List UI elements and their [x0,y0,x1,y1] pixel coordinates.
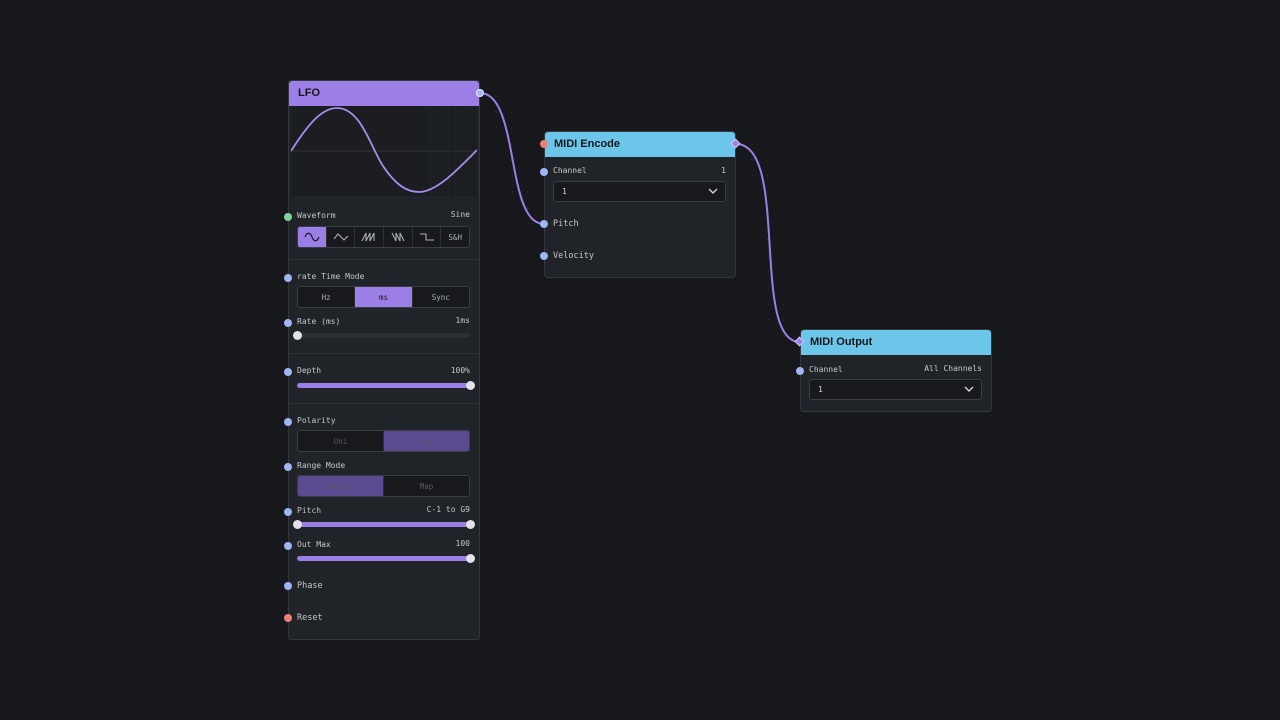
polarity-bi[interactable]: Bi [384,431,469,451]
pitch-range-min-thumb[interactable] [293,520,302,529]
pitch-range-value: C-1 to G9 [426,505,470,514]
midi-encode-trigger-port[interactable] [540,140,548,148]
encode-pitch-port[interactable] [540,220,548,228]
polarity-uni[interactable]: Uni [298,431,384,451]
polarity-selector: Uni Bi [297,430,470,452]
depth-label: Depth [297,366,322,375]
waveform-label: Waveform [297,211,336,220]
output-channel-label: Channel [809,365,843,374]
out-max-label: Out Max [297,540,331,549]
sine-icon[interactable] [298,227,327,247]
range-mode-map[interactable]: Map [384,476,469,496]
divider [289,259,479,260]
encode-channel-selected: 1 [562,187,567,196]
encode-pitch-label: Pitch [553,219,579,229]
rate-time-mode-label: rate Time Mode [297,272,365,281]
phase-port[interactable] [284,582,292,590]
encode-velocity-port[interactable] [540,252,548,260]
output-channel-port[interactable] [796,367,804,375]
connection-wires [479,92,801,343]
rate-time-mode-port[interactable] [284,274,292,282]
encode-channel-label: Channel [553,166,587,175]
phase-label: Phase [297,581,323,591]
out-max-value: 100 [455,539,470,548]
waveform-display [291,106,477,196]
ramp-icon[interactable] [384,227,413,247]
pitch-range-label: Pitch [297,506,322,515]
lfo-title: LFO [298,87,320,99]
output-channel-select[interactable]: 1 [809,379,982,400]
midi-encode-title: MIDI Encode [554,138,621,150]
rate-mode-ms[interactable]: ms [355,287,413,307]
midi-output-title: MIDI Output [810,336,873,348]
waveform-selector: S&H [297,226,470,248]
depth-slider-fill [297,383,470,388]
wire-lfo-to-pitch[interactable] [479,92,545,225]
midi-encode-header[interactable]: MIDI Encode [545,132,735,157]
chevron-down-icon [964,386,974,392]
reset-label: Reset [297,613,323,623]
encode-channel-port[interactable] [540,168,548,176]
sample-and-hold-option[interactable]: S&H [441,227,469,247]
midi-output-header[interactable]: MIDI Output [801,330,991,355]
divider [289,403,479,404]
depth-slider-thumb[interactable] [466,381,475,390]
rate-value: 1ms [455,316,470,325]
rate-slider-track[interactable] [297,333,470,338]
range-mode-range[interactable]: Range [298,476,384,496]
square-icon[interactable] [413,227,442,247]
encode-velocity-label: Velocity [553,251,594,261]
encode-channel-select[interactable]: 1 [553,181,726,202]
reset-port[interactable] [284,614,292,622]
rate-mode-sync[interactable]: Sync [413,287,469,307]
triangle-icon[interactable] [327,227,356,247]
encode-channel-value: 1 [721,166,726,175]
pitch-range-max-thumb[interactable] [466,520,475,529]
waveform-value: Sine [450,210,470,219]
pitch-range-port[interactable] [284,508,292,516]
sawtooth-icon[interactable] [355,227,385,247]
lfo-node-header[interactable]: LFO [289,81,479,106]
rate-label: Rate (ms) [297,317,341,326]
output-channel-value: All Channels [924,364,982,373]
range-mode-selector: Range Map [297,475,470,497]
lfo-output-port[interactable] [476,89,484,97]
depth-value: 100% [450,366,470,375]
range-mode-port[interactable] [284,463,292,471]
polarity-port[interactable] [284,418,292,426]
chevron-down-icon [708,188,718,194]
rate-port[interactable] [284,319,292,327]
out-max-slider-fill [297,556,470,561]
output-channel-selected: 1 [818,385,823,394]
wire-encode-to-output[interactable] [735,143,801,343]
pitch-range-fill [297,522,470,527]
out-max-slider-thumb[interactable] [466,554,475,563]
range-mode-label: Range Mode [297,461,346,470]
polarity-label: Polarity [297,416,336,425]
rate-mode-hz[interactable]: Hz [298,287,356,307]
depth-port[interactable] [284,368,292,376]
waveform-port[interactable] [284,213,292,221]
rate-slider-thumb[interactable] [293,331,302,340]
out-max-port[interactable] [284,542,292,550]
rate-time-mode-selector: Hz ms Sync [297,286,470,308]
divider [289,353,479,354]
